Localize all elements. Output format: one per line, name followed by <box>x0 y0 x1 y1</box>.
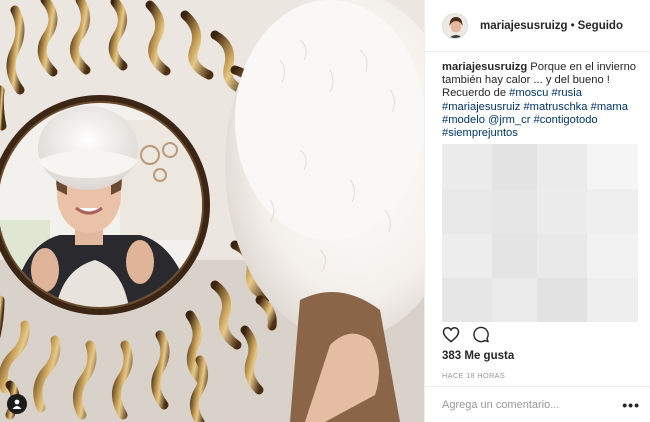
post-actions <box>442 326 490 348</box>
hashtag-link[interactable]: #modelo <box>442 114 485 126</box>
hashtag-link[interactable]: #mariajesusruiz <box>442 101 520 113</box>
hashtag-link[interactable]: #rusia <box>551 87 581 99</box>
pixelated-placeholder <box>442 144 638 322</box>
follow-status-button[interactable]: Seguido <box>578 20 623 32</box>
avatar[interactable] <box>442 12 468 39</box>
username-link[interactable]: mariajesusruizg <box>480 20 568 32</box>
comment-input[interactable] <box>442 398 623 411</box>
post-sidebar: mariajesusruizg • Seguido mariajesusruizg … <box>424 0 650 422</box>
post-photo[interactable] <box>0 0 424 422</box>
user-tag-icon[interactable] <box>7 394 27 414</box>
mention-link[interactable]: @jrm_cr <box>488 114 530 126</box>
post-timestamp: HACE 18 HORAS <box>442 371 506 380</box>
person-icon <box>12 399 22 409</box>
heart-icon[interactable] <box>442 326 460 348</box>
hashtag-link[interactable]: #mama <box>591 101 628 113</box>
caption-username[interactable]: mariajesusruizg <box>442 61 527 73</box>
redacted-content <box>442 144 638 322</box>
hashtag-link[interactable]: #siemprejuntos <box>442 127 518 139</box>
hashtag-link[interactable]: #contigotodo <box>534 114 598 126</box>
likes-count[interactable]: 383 Me gusta <box>442 350 514 362</box>
more-options-button[interactable]: ••• <box>622 398 640 412</box>
hashtag-link[interactable]: #matruschka <box>523 101 587 113</box>
avatar-image <box>443 13 467 38</box>
comment-bar: ••• <box>425 386 650 422</box>
hashtag-link[interactable]: #moscu <box>509 87 548 99</box>
post-header: mariajesusruizg • Seguido <box>425 0 650 52</box>
post-caption: mariajesusruizg Porque en el invierno ta… <box>442 61 642 140</box>
comment-icon[interactable] <box>472 326 490 348</box>
post-image <box>0 0 424 422</box>
separator-dot: • <box>570 19 575 32</box>
